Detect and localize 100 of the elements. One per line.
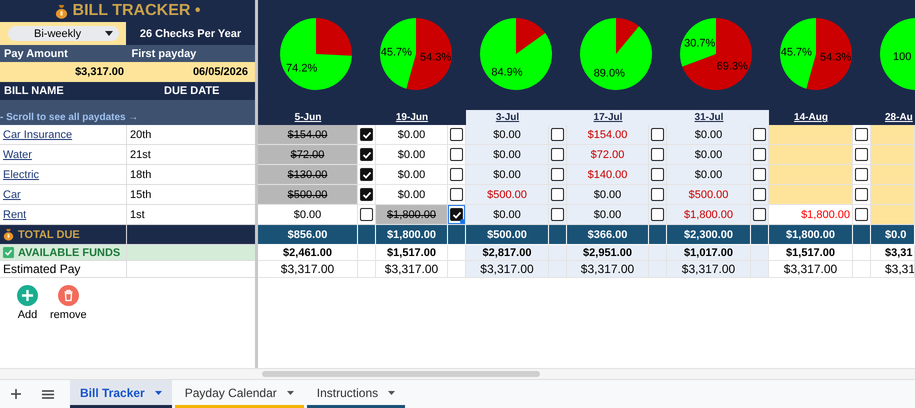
checkbox[interactable] xyxy=(855,148,868,161)
checkbox[interactable] xyxy=(651,128,664,141)
checkbox[interactable] xyxy=(450,188,463,201)
pie-slice xyxy=(880,18,915,90)
table-cell xyxy=(448,261,466,278)
table-cell: $2,817.00 xyxy=(466,245,549,261)
checkbox[interactable] xyxy=(753,128,766,141)
remove-button[interactable]: remove xyxy=(50,285,87,321)
estimated-pay-label: Estimated Pay xyxy=(3,262,80,276)
sheet-tab[interactable]: Instructions xyxy=(306,380,406,408)
table-cell xyxy=(549,225,567,245)
table-cell: $0.00 xyxy=(376,145,448,165)
checkbox[interactable] xyxy=(360,148,373,161)
checkbox[interactable] xyxy=(360,188,373,201)
checkbox[interactable] xyxy=(551,128,564,141)
checkbox[interactable] xyxy=(651,188,664,201)
checkbox[interactable] xyxy=(855,168,868,181)
table-cell: $500.00 xyxy=(258,185,358,205)
table-cell: $3,31 xyxy=(871,261,915,278)
pie-slice xyxy=(780,18,816,89)
due-date: 18th xyxy=(130,168,152,180)
frequency-dropdown[interactable]: Bi-weekly xyxy=(8,26,119,41)
checkbox[interactable] xyxy=(855,188,868,201)
checkbox[interactable] xyxy=(651,208,664,221)
table-cell xyxy=(853,245,871,261)
first-payday-label: First payday xyxy=(130,48,198,60)
available-funds-label: AVAILABLE FUNDS xyxy=(18,246,120,258)
first-payday-value: 06/05/2026 xyxy=(192,66,248,78)
checkbox[interactable] xyxy=(450,128,463,141)
table-cell: $0.00 xyxy=(567,205,649,225)
bill-name-link[interactable]: Electric xyxy=(3,168,40,180)
checkbox[interactable] xyxy=(855,128,868,141)
checkbox[interactable] xyxy=(753,208,766,221)
data-label: 84.9% xyxy=(491,66,523,79)
add-button[interactable]: Add xyxy=(17,285,38,321)
table-cell: $1,800.00 xyxy=(769,225,853,245)
bill-name-link[interactable]: Rent xyxy=(3,208,26,220)
table-cell: $72.00 xyxy=(258,145,358,165)
table-cell xyxy=(549,245,567,261)
table-cell xyxy=(358,245,376,261)
trash-icon xyxy=(58,285,79,306)
checkbox[interactable] xyxy=(753,188,766,201)
checkbox[interactable] xyxy=(651,168,664,181)
checkbox[interactable] xyxy=(360,208,373,221)
bill-name-link[interactable]: Car xyxy=(3,188,21,200)
table-cell: $1,517.00 xyxy=(769,245,853,261)
data-label: 45.7% xyxy=(780,46,812,58)
table-cell: $856.00 xyxy=(258,225,358,245)
plus-icon xyxy=(17,285,38,306)
checkmark-icon xyxy=(3,247,14,258)
scrollbar-thumb[interactable] xyxy=(262,371,540,377)
data-label: 45.7% xyxy=(380,46,412,58)
data-label: 69.3% xyxy=(716,60,748,72)
checkbox[interactable] xyxy=(753,148,766,161)
total-due-label: TOTAL DUE xyxy=(18,228,80,240)
column-header: 28-Au xyxy=(871,110,915,125)
bill-name-link[interactable]: Car Insurance xyxy=(3,128,72,140)
table-cell: $500.00 xyxy=(466,225,549,245)
checkbox[interactable] xyxy=(753,168,766,181)
data-label: 54.3% xyxy=(420,52,452,64)
checkbox[interactable] xyxy=(855,208,868,221)
checkbox[interactable] xyxy=(360,128,373,141)
column-header: 3-Jul xyxy=(466,110,549,125)
checkbox[interactable] xyxy=(450,148,463,161)
table-cell: $3,317.00 xyxy=(667,261,751,278)
column-header: 17-Jul xyxy=(567,110,649,125)
checkbox[interactable] xyxy=(551,208,564,221)
sheet-tab[interactable]: Payday Calendar xyxy=(174,380,304,408)
checkbox[interactable] xyxy=(450,208,463,221)
sheet-tab[interactable]: Bill Tracker xyxy=(70,380,172,408)
checkbox[interactable] xyxy=(551,188,564,201)
table-cell: $0.00 xyxy=(466,205,549,225)
bill-name-header: BILL NAME xyxy=(3,85,65,97)
table-cell: $366.00 xyxy=(567,225,649,245)
table-cell: $1,800.00 xyxy=(769,205,853,225)
table-cell xyxy=(751,245,769,261)
table-cell: $140.00 xyxy=(567,165,649,185)
table-cell: $2,300.00 xyxy=(667,225,751,245)
table-cell xyxy=(751,261,769,278)
table-cell xyxy=(448,245,466,261)
table-cell: $0.00 xyxy=(466,125,549,145)
data-label: 89.0% xyxy=(594,68,625,80)
bill-name-link[interactable]: Water xyxy=(3,148,32,160)
checkbox[interactable] xyxy=(360,168,373,181)
table-cell: $3,31 xyxy=(871,245,915,261)
column-header: 5-Jun xyxy=(258,110,358,125)
table-cell: $0.00 xyxy=(376,185,448,205)
column-header: 31-Jul xyxy=(667,110,751,125)
table-cell: $1,800.00 xyxy=(376,225,448,245)
data-label: 54.3% xyxy=(820,52,852,64)
table-cell xyxy=(649,245,667,261)
table-cell: $1,800.00 xyxy=(376,205,448,225)
table-cell: $0.00 xyxy=(376,165,448,185)
checkbox[interactable] xyxy=(651,148,664,161)
app-title: BILL TRACKER • xyxy=(72,2,200,20)
checkbox[interactable] xyxy=(551,168,564,181)
checkbox[interactable] xyxy=(551,148,564,161)
checkbox[interactable] xyxy=(450,168,463,181)
table-cell: $2,951.00 xyxy=(567,245,649,261)
table-cell: $0.00 xyxy=(466,145,549,165)
